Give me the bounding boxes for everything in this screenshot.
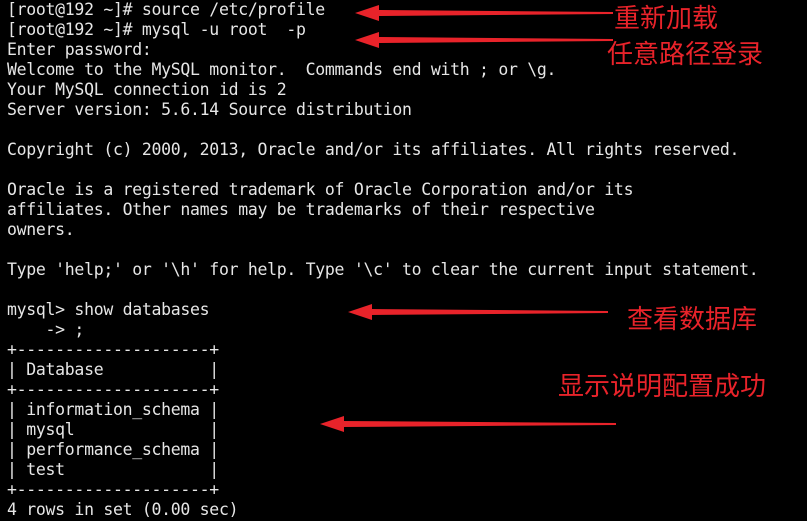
terminal-line-trademark-2: affiliates. Other names may be trademark… [7,200,595,219]
annotation-view-databases: 查看数据库 [627,305,758,335]
terminal-line-continuation: -> ; [7,320,85,339]
table-row: | mysql | [7,420,219,439]
result-table-header: | Database | [7,360,219,379]
annotation-config-success: 显示说明配置成功 [558,372,767,402]
terminal-line-rows-in-set: 4 rows in set (0.00 sec) [7,500,239,519]
annotation-arrow-login [355,32,613,48]
terminal-line-source-command: [root@192 ~]# source /etc/profile [7,0,325,19]
terminal-line-copyright: Copyright (c) 2000, 2013, Oracle and/or … [7,140,740,159]
annotation-login-any-path: 任意路径登录 [607,40,764,70]
terminal-window[interactable]: [root@192 ~]# source /etc/profile [root@… [0,0,807,521]
annotation-arrow-config-success [320,416,616,432]
terminal-line-trademark-1: Oracle is a registered trademark of Orac… [7,180,634,199]
terminal-line-password-prompt: Enter password: [7,40,152,59]
annotation-arrow-show-databases [348,304,608,320]
table-row: | performance_schema | [7,440,219,459]
terminal-line-trademark-3: owners. [7,220,75,239]
arrow-head [348,304,372,320]
arrow-shaft [342,421,616,427]
arrow-shaft [370,309,608,315]
result-table-border: +--------------------+ [7,340,219,359]
arrow-head [355,32,379,48]
terminal-line-server-version: Server version: 5.6.14 Source distributi… [7,100,412,119]
table-row: | information_schema | [7,400,219,419]
terminal-line-connection-id: Your MySQL connection id is 2 [7,80,287,99]
result-table-border: +--------------------+ [7,380,219,399]
arrow-head [320,416,344,432]
arrow-shaft [377,37,613,43]
annotation-reload: 重新加载 [614,4,719,34]
annotation-arrow-reload [355,5,613,21]
arrow-head [355,5,379,21]
terminal-line-help: Type 'help;' or '\h' for help. Type '\c'… [7,260,759,279]
terminal-line-show-databases: mysql> show databases [7,300,210,319]
terminal-line-mysql-login: [root@192 ~]# mysql -u root -p [7,20,306,39]
terminal-line-welcome: Welcome to the MySQL monitor. Commands e… [7,60,557,79]
table-row: | test | [7,460,219,479]
result-table-border: +--------------------+ [7,480,219,499]
arrow-shaft [377,10,613,16]
